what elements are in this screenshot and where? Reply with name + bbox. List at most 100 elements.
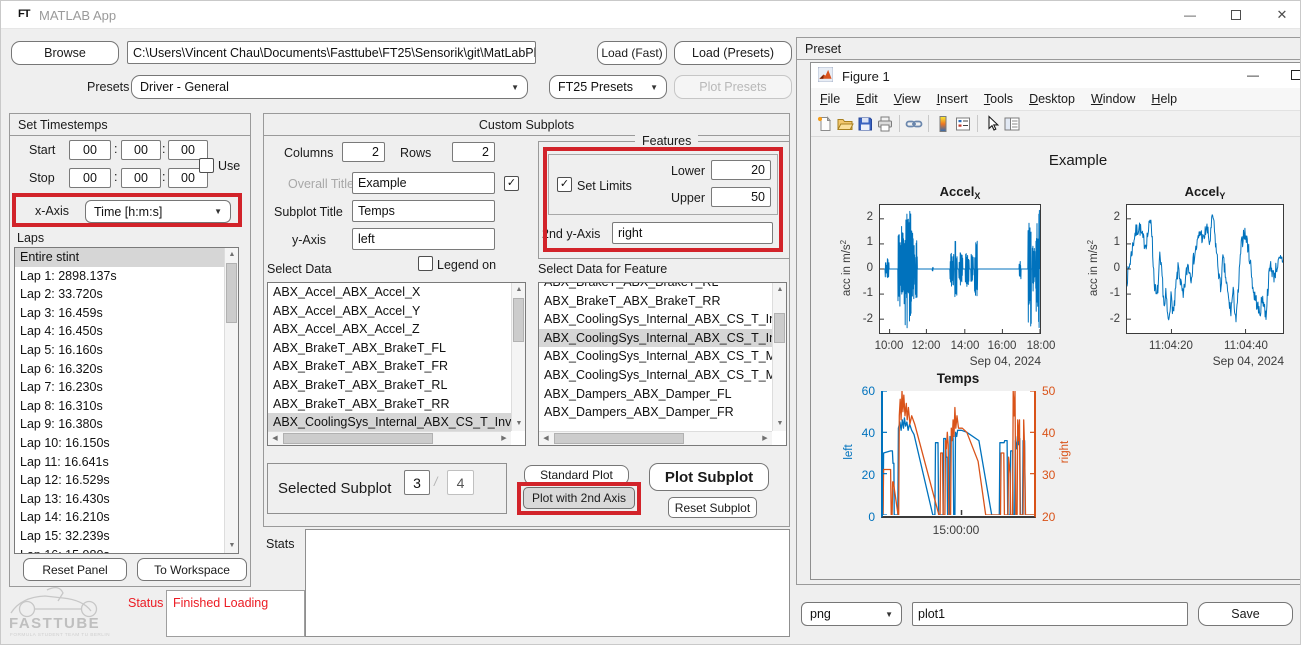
signal-list-item[interactable]: ABX_Accel_ABX_Accel_X bbox=[268, 283, 511, 302]
signal-list-item[interactable]: ABX_CoolingSys_Internal_ABX_CS_T_M bbox=[539, 366, 772, 385]
use-checkbox[interactable] bbox=[199, 158, 214, 173]
load-fast-button[interactable]: Load (Fast) bbox=[597, 41, 667, 65]
link-plot-icon[interactable] bbox=[904, 114, 924, 134]
lap-list-item[interactable]: Lap 8: 16.310s bbox=[15, 397, 224, 416]
set-limits-checkbox[interactable]: ✓ bbox=[557, 177, 572, 192]
lap-list-item[interactable]: Lap 11: 16.641s bbox=[15, 453, 224, 472]
feature-vscrollbar[interactable]: ▲ ▼ bbox=[772, 283, 786, 431]
ft25-presets-dropdown[interactable]: FT25 Presets▼ bbox=[549, 75, 667, 99]
start-second-field[interactable]: 00 bbox=[168, 140, 208, 160]
preset-dropdown[interactable]: Driver - General▼ bbox=[131, 75, 528, 99]
start-hour-field[interactable]: 00 bbox=[69, 140, 111, 160]
scroll-left-icon[interactable]: ◀ bbox=[268, 432, 282, 446]
insert-colorbar-icon[interactable] bbox=[933, 114, 953, 134]
scrollbar-thumb[interactable] bbox=[226, 263, 237, 323]
scrollbar-thumb[interactable] bbox=[774, 313, 785, 343]
path-input[interactable]: C:\Users\Vincent Chau\Documents\Fasttube… bbox=[127, 41, 536, 64]
scrollbar-thumb[interactable] bbox=[513, 298, 524, 342]
feature-hscrollbar[interactable]: ◀ ▶ bbox=[539, 431, 772, 445]
signal-list-item[interactable]: ABX_BrakeT_ABX_BrakeT_RR bbox=[268, 395, 511, 414]
lap-list-item[interactable]: Lap 13: 16.430s bbox=[15, 490, 224, 509]
browse-button[interactable]: Browse bbox=[11, 41, 119, 65]
figure-maximize-button[interactable] bbox=[1291, 70, 1301, 80]
accely-axes[interactable] bbox=[1126, 204, 1284, 334]
lap-list-item[interactable]: Lap 5: 16.160s bbox=[15, 341, 224, 360]
scroll-up-icon[interactable]: ▲ bbox=[773, 283, 787, 297]
laps-scrollbar[interactable]: ▲ ▼ bbox=[224, 248, 238, 553]
start-minute-field[interactable]: 00 bbox=[121, 140, 161, 160]
scroll-down-icon[interactable]: ▼ bbox=[773, 417, 787, 431]
save-button[interactable]: Save bbox=[1198, 602, 1293, 626]
lap-list-item[interactable]: Lap 15: 32.239s bbox=[15, 527, 224, 546]
feature-data-listbox[interactable]: ABX_BrakeT_ABX_BrakeT_RLABX_BrakeT_ABX_B… bbox=[538, 282, 787, 446]
rows-field[interactable]: 2 bbox=[452, 142, 495, 162]
scroll-left-icon[interactable]: ◀ bbox=[539, 432, 553, 446]
plot-subplot-button[interactable]: Plot Subplot bbox=[649, 463, 769, 491]
signal-list-item[interactable]: ABX_Dampers_ABX_Damper_FL bbox=[539, 385, 772, 404]
figure-minimize-button[interactable]: — bbox=[1244, 67, 1262, 83]
upper-field[interactable]: 50 bbox=[711, 187, 771, 207]
overall-title-checkbox[interactable]: ✓ bbox=[504, 176, 519, 191]
signal-list-item[interactable]: ABX_Dampers_ABX_Damper_FR bbox=[539, 403, 772, 422]
lap-list-item[interactable]: Lap 4: 16.450s bbox=[15, 322, 224, 341]
to-workspace-button[interactable]: To Workspace bbox=[137, 558, 247, 581]
signal-list-item[interactable]: ABX_BrakeT_ABX_BrakeT_RR bbox=[539, 292, 772, 311]
property-editor-icon[interactable] bbox=[1002, 114, 1022, 134]
save-figure-icon[interactable] bbox=[855, 114, 875, 134]
scroll-up-icon[interactable]: ▲ bbox=[512, 283, 526, 297]
lap-list-item[interactable]: Lap 16: 15.980s bbox=[15, 546, 224, 555]
stop-hour-field[interactable]: 00 bbox=[69, 168, 111, 188]
lap-list-item[interactable]: Lap 10: 16.150s bbox=[15, 434, 224, 453]
laps-listbox[interactable]: Entire stintLap 1: 2898.137sLap 2: 33.72… bbox=[14, 247, 239, 554]
new-figure-icon[interactable] bbox=[815, 114, 835, 134]
select-data-listbox[interactable]: ABX_Accel_ABX_Accel_XABX_Accel_ABX_Accel… bbox=[267, 282, 526, 446]
legend-checkbox[interactable] bbox=[418, 256, 433, 271]
menu-view[interactable]: View bbox=[890, 91, 925, 107]
menu-window[interactable]: Window bbox=[1087, 91, 1139, 107]
scroll-right-icon[interactable]: ▶ bbox=[497, 432, 511, 446]
scrollbar-thumb[interactable] bbox=[283, 433, 433, 444]
accelx-axes[interactable] bbox=[879, 204, 1041, 334]
maximize-button[interactable] bbox=[1231, 10, 1241, 20]
open-file-icon[interactable] bbox=[835, 114, 855, 134]
load-presets-button[interactable]: Load (Presets) bbox=[674, 41, 792, 65]
close-button[interactable]: ✕ bbox=[1273, 7, 1291, 23]
signal-list-item[interactable]: ABX_BrakeT_ABX_BrakeT_RL bbox=[268, 376, 511, 395]
signal-list-item[interactable]: ABX_Accel_ABX_Accel_Y bbox=[268, 302, 511, 321]
menu-desktop[interactable]: Desktop bbox=[1025, 91, 1079, 107]
insert-legend-icon[interactable] bbox=[953, 114, 973, 134]
menu-file[interactable]: File bbox=[816, 91, 844, 107]
menu-help[interactable]: Help bbox=[1147, 91, 1181, 107]
lower-field[interactable]: 20 bbox=[711, 160, 771, 180]
select-data-hscrollbar[interactable]: ◀ ▶ bbox=[268, 431, 511, 445]
select-data-vscrollbar[interactable]: ▲ ▼ bbox=[511, 283, 525, 431]
lap-list-item[interactable]: Lap 2: 33.720s bbox=[15, 285, 224, 304]
signal-list-item[interactable]: ABX_BrakeT_ABX_BrakeT_RL bbox=[539, 282, 772, 292]
minimize-button[interactable]: — bbox=[1181, 7, 1199, 23]
stop-minute-field[interactable]: 00 bbox=[121, 168, 161, 188]
second-y-axis-field[interactable]: right bbox=[612, 222, 773, 244]
scroll-right-icon[interactable]: ▶ bbox=[758, 432, 772, 446]
stats-textarea[interactable] bbox=[305, 529, 790, 637]
columns-field[interactable]: 2 bbox=[342, 142, 385, 162]
overall-title-field[interactable]: Example bbox=[352, 172, 495, 194]
standard-plot-button[interactable]: Standard Plot bbox=[524, 465, 629, 485]
lap-list-item[interactable]: Lap 14: 16.210s bbox=[15, 508, 224, 527]
lap-list-item[interactable]: Lap 6: 16.320s bbox=[15, 360, 224, 379]
x-axis-dropdown[interactable]: Time [h:m:s]▼ bbox=[85, 200, 231, 223]
edit-plot-cursor-icon[interactable] bbox=[982, 114, 1002, 134]
export-format-dropdown[interactable]: png▼ bbox=[801, 602, 902, 626]
lap-list-item[interactable]: Lap 9: 16.380s bbox=[15, 415, 224, 434]
lap-list-item[interactable]: Lap 7: 16.230s bbox=[15, 378, 224, 397]
reset-panel-button[interactable]: Reset Panel bbox=[23, 558, 127, 581]
scroll-down-icon[interactable]: ▼ bbox=[225, 539, 239, 553]
menu-edit[interactable]: Edit bbox=[852, 91, 882, 107]
lap-list-item[interactable]: Lap 3: 16.459s bbox=[15, 304, 224, 323]
scrollbar-thumb[interactable] bbox=[554, 433, 684, 444]
signal-list-item[interactable]: ABX_CoolingSys_Internal_ABX_CS_T_M bbox=[539, 347, 772, 366]
signal-list-item[interactable]: ABX_BrakeT_ABX_BrakeT_FL bbox=[268, 339, 511, 358]
print-figure-icon[interactable] bbox=[875, 114, 895, 134]
menu-tools[interactable]: Tools bbox=[980, 91, 1017, 107]
lap-list-item[interactable]: Entire stint bbox=[15, 248, 224, 267]
plot-with-2nd-axis-button[interactable]: Plot with 2nd Axis bbox=[523, 487, 635, 509]
